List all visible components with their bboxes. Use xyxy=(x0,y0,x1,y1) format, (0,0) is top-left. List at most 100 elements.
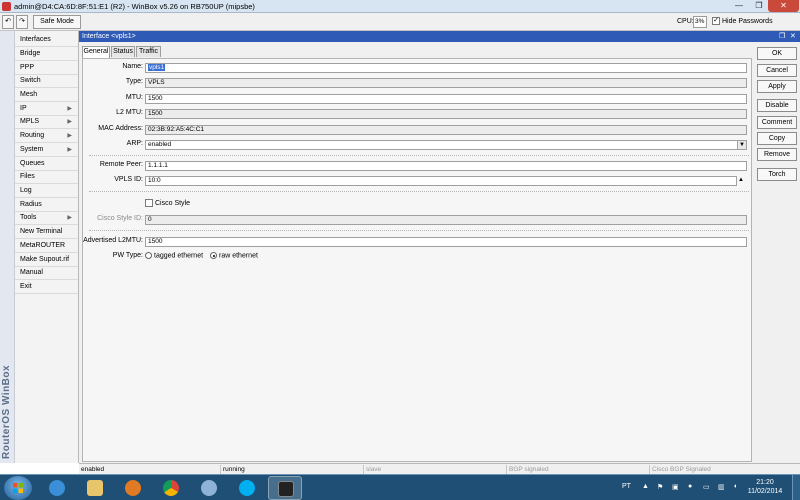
sidebar-item-switch[interactable]: Switch xyxy=(15,74,78,88)
title-bar: admin@D4:CA:6D:8F:51:E1 (R2) - WinBox v5… xyxy=(0,0,800,13)
name-field[interactable]: vpls1 xyxy=(145,63,747,73)
window-close-icon[interactable]: ✕ xyxy=(790,31,796,42)
sidebar-item-label: MetaROUTER xyxy=(20,242,66,249)
skype-icon[interactable] xyxy=(230,476,264,500)
hide-passwords-check-icon[interactable]: ✓ xyxy=(712,17,720,25)
collapse-arrow-icon[interactable]: ▲ xyxy=(738,177,744,183)
sidebar-item-mesh[interactable]: Mesh xyxy=(15,88,78,102)
close-button[interactable]: ✕ xyxy=(768,0,799,12)
language-indicator[interactable]: PT xyxy=(622,483,631,490)
maximize-button[interactable]: ❐ xyxy=(750,0,768,12)
chrome-icon[interactable] xyxy=(154,476,188,500)
window-restore-icon[interactable]: ❐ xyxy=(779,31,785,42)
cisco-style-check-icon[interactable] xyxy=(145,199,153,207)
start-button[interactable] xyxy=(4,476,32,500)
sidebar-item-manual[interactable]: Manual xyxy=(15,266,78,280)
redo-button[interactable]: ↷ xyxy=(16,15,28,29)
safe-mode-button[interactable]: Safe Mode xyxy=(33,15,81,29)
show-desktop-button[interactable] xyxy=(792,475,800,500)
sidebar-item-new-terminal[interactable]: New Terminal xyxy=(15,225,78,239)
apply-button[interactable]: Apply xyxy=(757,80,797,93)
media-player-icon[interactable] xyxy=(116,476,150,500)
submenu-arrow-icon: ▶ xyxy=(67,215,72,221)
file-explorer-icon[interactable] xyxy=(78,476,112,500)
brand-strip: RouterOS WinBox xyxy=(0,31,15,463)
sidebar-item-interfaces[interactable]: Interfaces xyxy=(15,33,78,47)
separator xyxy=(89,191,749,192)
sidebar-item-routing[interactable]: Routing ▶ xyxy=(15,129,78,143)
sidebar-item-label: Interfaces xyxy=(20,36,51,43)
undo-button[interactable]: ↶ xyxy=(2,15,14,29)
arp-select[interactable]: enabled ▼ xyxy=(145,140,747,150)
tray-app-icon[interactable]: ▣ xyxy=(672,483,679,491)
sidebar-item-label: Mesh xyxy=(20,91,38,98)
status-bar: enabled running slave BGP signaled Cisco… xyxy=(79,463,800,474)
hide-passwords-checkbox[interactable]: ✓ Hide Passwords xyxy=(712,17,773,25)
tab-general[interactable]: General xyxy=(82,46,110,58)
remove-button[interactable]: Remove xyxy=(757,148,797,161)
sidebar-item-metarouter[interactable]: MetaROUTER xyxy=(15,239,78,253)
sidebar-item-make-supout[interactable]: Make Supout.rif xyxy=(15,253,78,267)
sidebar-item-label: MPLS xyxy=(20,118,40,125)
remote-peer-field[interactable]: 1.1.1.1 xyxy=(145,161,747,171)
pw-type-tagged-radio[interactable]: tagged ethernet xyxy=(145,252,203,259)
sidebar-item-exit[interactable]: Exit xyxy=(15,280,78,294)
torch-button[interactable]: Torch xyxy=(757,168,797,181)
tray-network-icon[interactable]: ▥ xyxy=(718,483,725,491)
network-app-icon[interactable] xyxy=(192,476,226,500)
clock-time: 21:20 xyxy=(756,479,774,486)
cpu-label: CPU: xyxy=(677,18,694,25)
sidebar-item-system[interactable]: System ▶ xyxy=(15,143,78,157)
sidebar-item-label: Make Supout.rif xyxy=(20,256,70,263)
winbox-task-icon[interactable] xyxy=(268,476,302,500)
sidebar-item-ppp[interactable]: PPP xyxy=(15,61,78,75)
sidebar-item-log[interactable]: Log xyxy=(15,184,78,198)
sidebar-item-bridge[interactable]: Bridge xyxy=(15,47,78,61)
sidebar-item-queues[interactable]: Queues xyxy=(15,157,78,171)
cancel-button[interactable]: Cancel xyxy=(757,64,797,77)
hide-passwords-label: Hide Passwords xyxy=(722,17,773,25)
comment-button[interactable]: Comment xyxy=(757,116,797,129)
status-cisco-bgp-signaled: Cisco BGP Signaled xyxy=(652,466,711,473)
tab-status[interactable]: Status xyxy=(111,46,135,57)
tray-expand-icon[interactable]: ▲ xyxy=(642,483,649,490)
sidebar-item-label: Radius xyxy=(20,201,42,208)
l2mtu-label: L2 MTU: xyxy=(116,109,143,116)
submenu-arrow-icon: ▶ xyxy=(67,119,72,125)
pw-type-raw-radio[interactable]: raw ethernet xyxy=(210,252,258,259)
tray-flag-icon[interactable]: ⚑ xyxy=(657,483,663,491)
tab-traffic[interactable]: Traffic xyxy=(136,46,161,57)
status-running: running xyxy=(221,465,364,474)
sidebar-item-mpls[interactable]: MPLS ▶ xyxy=(15,115,78,129)
sidebar-item-files[interactable]: Files xyxy=(15,170,78,184)
pw-type-tagged-label: tagged ethernet xyxy=(154,252,204,260)
sidebar-item-ip[interactable]: IP ▶ xyxy=(15,102,78,116)
system-clock[interactable]: 21:20 11/02/2014 xyxy=(745,478,785,496)
radio-selected-icon[interactable] xyxy=(210,252,217,259)
remote-peer-label: Remote Peer: xyxy=(99,161,143,168)
sidebar-item-tools[interactable]: Tools ▶ xyxy=(15,211,78,225)
sidebar-item-radius[interactable]: Radius xyxy=(15,198,78,212)
tray-monitor-icon[interactable]: ▭ xyxy=(703,483,710,491)
submenu-arrow-icon: ▶ xyxy=(67,133,72,139)
vpls-id-field[interactable]: 10:0 xyxy=(145,176,737,186)
advertised-l2mtu-field[interactable]: 1500 xyxy=(145,237,747,247)
sidebar-item-label: Routing xyxy=(20,132,45,139)
internet-explorer-icon[interactable] xyxy=(40,476,74,500)
taskbar: PT ▲ ⚑ ▣ ● ▭ ▥ ◖ 21:20 11/02/2014 xyxy=(0,474,800,500)
interface-window-titlebar[interactable]: Interface <vpls1> ❐ ✕ xyxy=(79,31,800,42)
tray-skype-icon[interactable]: ● xyxy=(688,483,692,490)
copy-button[interactable]: Copy xyxy=(757,132,797,145)
sidebar-item-label: PPP xyxy=(20,64,35,71)
tray-volume-icon[interactable]: ◖ xyxy=(733,483,737,490)
arp-value: enabled xyxy=(148,141,172,148)
radio-icon[interactable] xyxy=(145,252,152,259)
cisco-style-checkbox[interactable]: Cisco Style xyxy=(145,199,190,207)
dropdown-arrow-icon[interactable]: ▼ xyxy=(737,141,746,149)
sidebar-item-label: IP xyxy=(20,105,27,112)
ok-button[interactable]: OK xyxy=(757,47,797,60)
minimize-button[interactable]: — xyxy=(730,0,748,12)
mtu-field[interactable]: 1500 xyxy=(145,94,747,104)
disable-button[interactable]: Disable xyxy=(757,99,797,112)
name-value: vpls1 xyxy=(148,64,166,71)
